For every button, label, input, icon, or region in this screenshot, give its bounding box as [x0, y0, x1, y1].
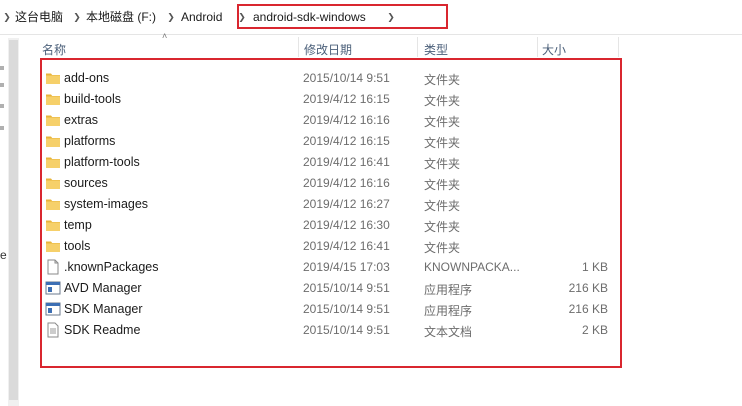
breadcrumb-android[interactable]: Android — [181, 9, 222, 26]
column-header: 名称 修改日期 类型 大小 — [34, 35, 624, 58]
column-header-date[interactable]: 修改日期 — [304, 41, 352, 58]
column-divider[interactable] — [618, 37, 619, 57]
chevron-right-icon[interactable]: ❯ — [2, 9, 12, 26]
chevron-right-icon[interactable]: ❯ — [72, 9, 82, 26]
navigation-scrollbar-thumb[interactable] — [9, 40, 18, 400]
nav-tick-icon — [0, 83, 4, 87]
nav-tick-icon — [0, 104, 4, 108]
column-divider[interactable] — [298, 37, 299, 57]
column-header-type[interactable]: 类型 — [424, 41, 448, 58]
breadcrumb-highlight-box — [237, 4, 448, 29]
column-divider[interactable] — [537, 37, 538, 57]
column-divider[interactable] — [417, 37, 418, 57]
nav-tick-icon — [0, 126, 4, 130]
nav-partial-label: e — [0, 248, 7, 262]
column-header-size[interactable]: 大小 — [542, 41, 566, 58]
chevron-right-icon[interactable]: ❯ — [166, 9, 176, 26]
breadcrumb-this-pc[interactable]: 这台电脑 — [15, 9, 63, 26]
column-header-name[interactable]: 名称 — [42, 41, 66, 58]
file-list-highlight-box — [40, 58, 622, 368]
breadcrumb-drive-f[interactable]: 本地磁盘 (F:) — [86, 9, 156, 26]
nav-tick-icon — [0, 66, 4, 70]
